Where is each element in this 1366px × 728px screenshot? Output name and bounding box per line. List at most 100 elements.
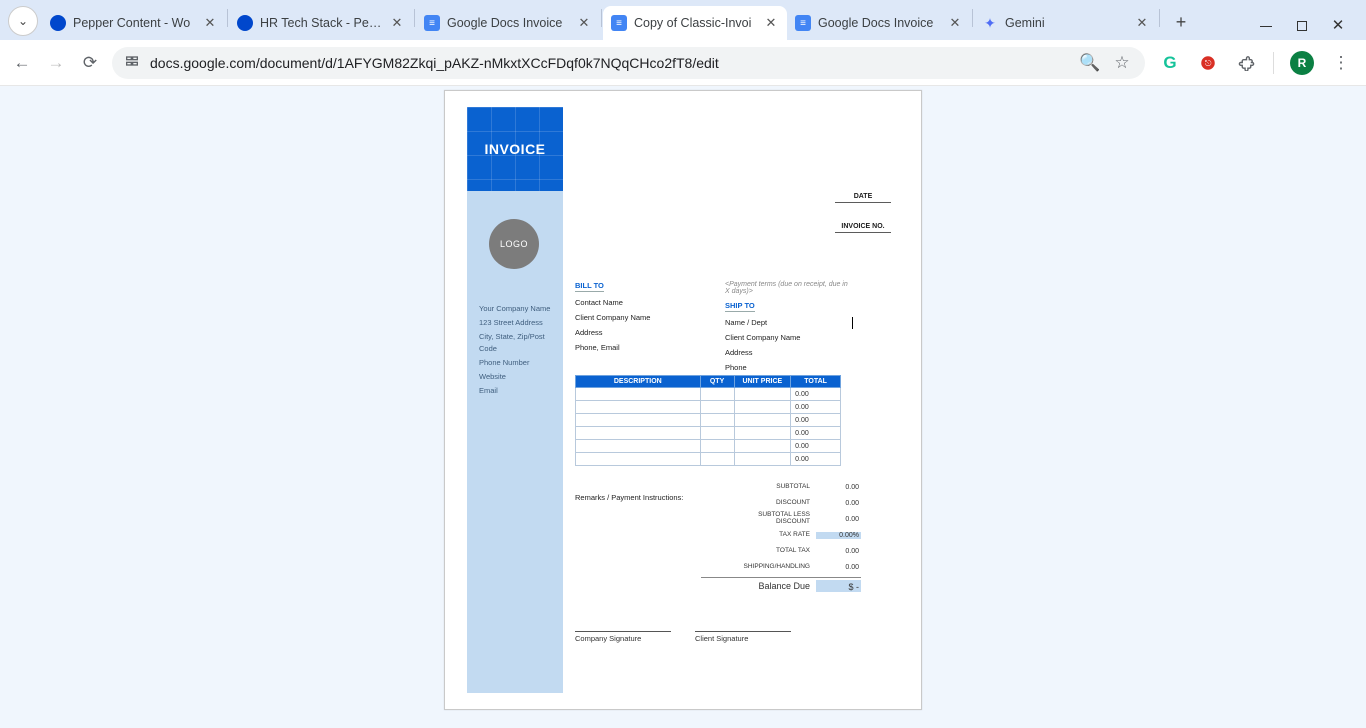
forward-button[interactable]: → [44,51,68,75]
invoice-heading-box: INVOICE [467,107,563,191]
subtotal-less-value: 0.00 [816,516,861,523]
url-input[interactable] [150,55,1069,71]
ship-to-company: Client Company Name [725,333,851,342]
ship-to-header: SHIP TO [725,301,755,312]
shipping-value: 0.00 [816,564,861,571]
total-tax-label: TOTAL TAX [731,548,816,555]
back-button[interactable]: ← [10,51,34,75]
tab-strip: ⌄ Pepper Content - Wo ✕ HR Tech Stack - … [0,0,1366,40]
text-cursor [852,317,853,329]
document-viewport[interactable]: INVOICE LOGO Your Company Name 123 Stree… [0,86,1366,728]
client-signature: Client Signature [695,631,791,643]
invoice-no-label: INVOICE NO. [841,223,884,230]
tab-title: Google Docs Invoice [818,16,940,30]
table-row: 0.00 [576,401,841,414]
grammarly-icon[interactable]: G [1159,52,1181,74]
close-icon[interactable]: ✕ [947,15,963,31]
tab-separator [601,9,602,27]
line-items-table: DESCRIPTION QTY UNIT PRICE TOTAL 0.00 0.… [575,375,841,466]
subtotal-value: 0.00 [816,484,861,491]
bookmark-icon[interactable]: ☆ [1111,52,1133,74]
address-bar[interactable]: 🔍 ☆ [112,47,1145,79]
close-window-button[interactable]: ✕ [1332,20,1344,32]
bill-to-company: Client Company Name [575,313,701,322]
globe-icon [50,15,66,31]
table-row: 0.00 [576,414,841,427]
bill-to-block: BILL TO Contact Name Client Company Name… [575,281,701,378]
tab-title: HR Tech Stack - Pepp [260,16,382,30]
tab-google-docs-invoice-1[interactable]: ≡ Google Docs Invoice ✕ [416,6,600,40]
shipping-label: SHIPPING/HANDLING [731,564,816,571]
tab-title: Copy of Classic-Invoi [634,16,756,30]
company-web: Website [479,371,555,383]
kebab-menu-icon[interactable]: ⋮ [1330,52,1352,74]
tab-separator [414,9,415,27]
logo-label: LOGO [500,239,528,249]
close-icon[interactable]: ✕ [763,15,779,31]
tab-pepper-content[interactable]: Pepper Content - Wo ✕ [42,6,226,40]
bill-to-address: Address [575,328,701,337]
company-name: Your Company Name [479,303,555,315]
discount-label: DISCOUNT [731,500,816,507]
maximize-button[interactable] [1296,20,1308,32]
side-panel [467,107,563,693]
bill-to-phone-email: Phone, Email [575,343,701,352]
tab-title: Google Docs Invoice [447,16,569,30]
payment-terms: <Payment terms (due on receipt, due in X… [725,281,851,295]
invoice-heading: INVOICE [484,141,545,157]
ship-to-name: Name / Dept [725,318,851,327]
extension-icon[interactable]: ⎋ [1197,52,1219,74]
balance-label: Balance Due [731,580,816,591]
company-info: Your Company Name 123 Street Address Cit… [479,303,555,399]
address-grid: BILL TO Contact Name Client Company Name… [575,281,851,378]
close-icon[interactable]: ✕ [1134,15,1150,31]
tax-rate-value: 0.00% [816,532,861,539]
tab-gemini[interactable]: ✦ Gemini ✕ [974,6,1158,40]
bill-to-contact: Contact Name [575,298,701,307]
total-tax-value: 0.00 [816,548,861,555]
toolbar-extensions: G ⎋ R ⋮ [1155,51,1356,75]
invoice-page[interactable]: INVOICE LOGO Your Company Name 123 Stree… [444,90,922,710]
profile-avatar[interactable]: R [1290,51,1314,75]
reload-button[interactable]: ⟳ [78,51,102,75]
close-icon[interactable]: ✕ [576,15,592,31]
col-total: TOTAL [791,376,841,388]
company-addr2: City, State, Zip/Post Code [479,331,555,355]
table-row: 0.00 [576,440,841,453]
discount-value: 0.00 [816,500,861,507]
docs-icon: ≡ [611,15,627,31]
extensions-puzzle-icon[interactable] [1235,52,1257,74]
site-settings-icon[interactable] [124,53,140,72]
col-description: DESCRIPTION [576,376,701,388]
date-label: DATE [854,193,873,200]
new-tab-button[interactable]: + [1167,8,1195,36]
table-row: 0.00 [576,453,841,466]
col-unit-price: UNIT PRICE [734,376,791,388]
remarks-label: Remarks / Payment Instructions: [575,493,683,502]
table-row: 0.00 [576,427,841,440]
tax-rate-label: TAX RATE [731,532,816,539]
ship-to-address: Address [725,348,851,357]
close-icon[interactable]: ✕ [389,15,405,31]
tab-separator [972,9,973,27]
tab-title: Pepper Content - Wo [73,16,195,30]
close-icon[interactable]: ✕ [202,15,218,31]
tab-title: Gemini [1005,16,1127,30]
tabs-dropdown-button[interactable]: ⌄ [8,6,38,36]
docs-icon: ≡ [424,15,440,31]
docs-icon: ≡ [795,15,811,31]
zoom-icon[interactable]: 🔍 [1079,52,1101,74]
browser-toolbar: ← → ⟳ 🔍 ☆ G ⎋ R ⋮ [0,40,1366,86]
tab-separator [1159,9,1160,27]
tab-google-docs-invoice-2[interactable]: ≡ Google Docs Invoice ✕ [787,6,971,40]
signatures: Company Signature Client Signature [575,631,791,643]
minimize-button[interactable] [1260,20,1272,32]
company-email: Email [479,385,555,397]
tab-hr-tech-stack[interactable]: HR Tech Stack - Pepp ✕ [229,6,413,40]
totals-block: SUBTOTAL0.00 DISCOUNT0.00 SUBTOTAL LESS … [701,479,861,593]
tab-copy-of-classic-invoice[interactable]: ≡ Copy of Classic-Invoi ✕ [603,6,787,40]
bill-to-header: BILL TO [575,281,604,292]
toolbar-divider [1273,52,1274,74]
company-addr1: 123 Street Address [479,317,555,329]
subtotal-label: SUBTOTAL [731,484,816,491]
